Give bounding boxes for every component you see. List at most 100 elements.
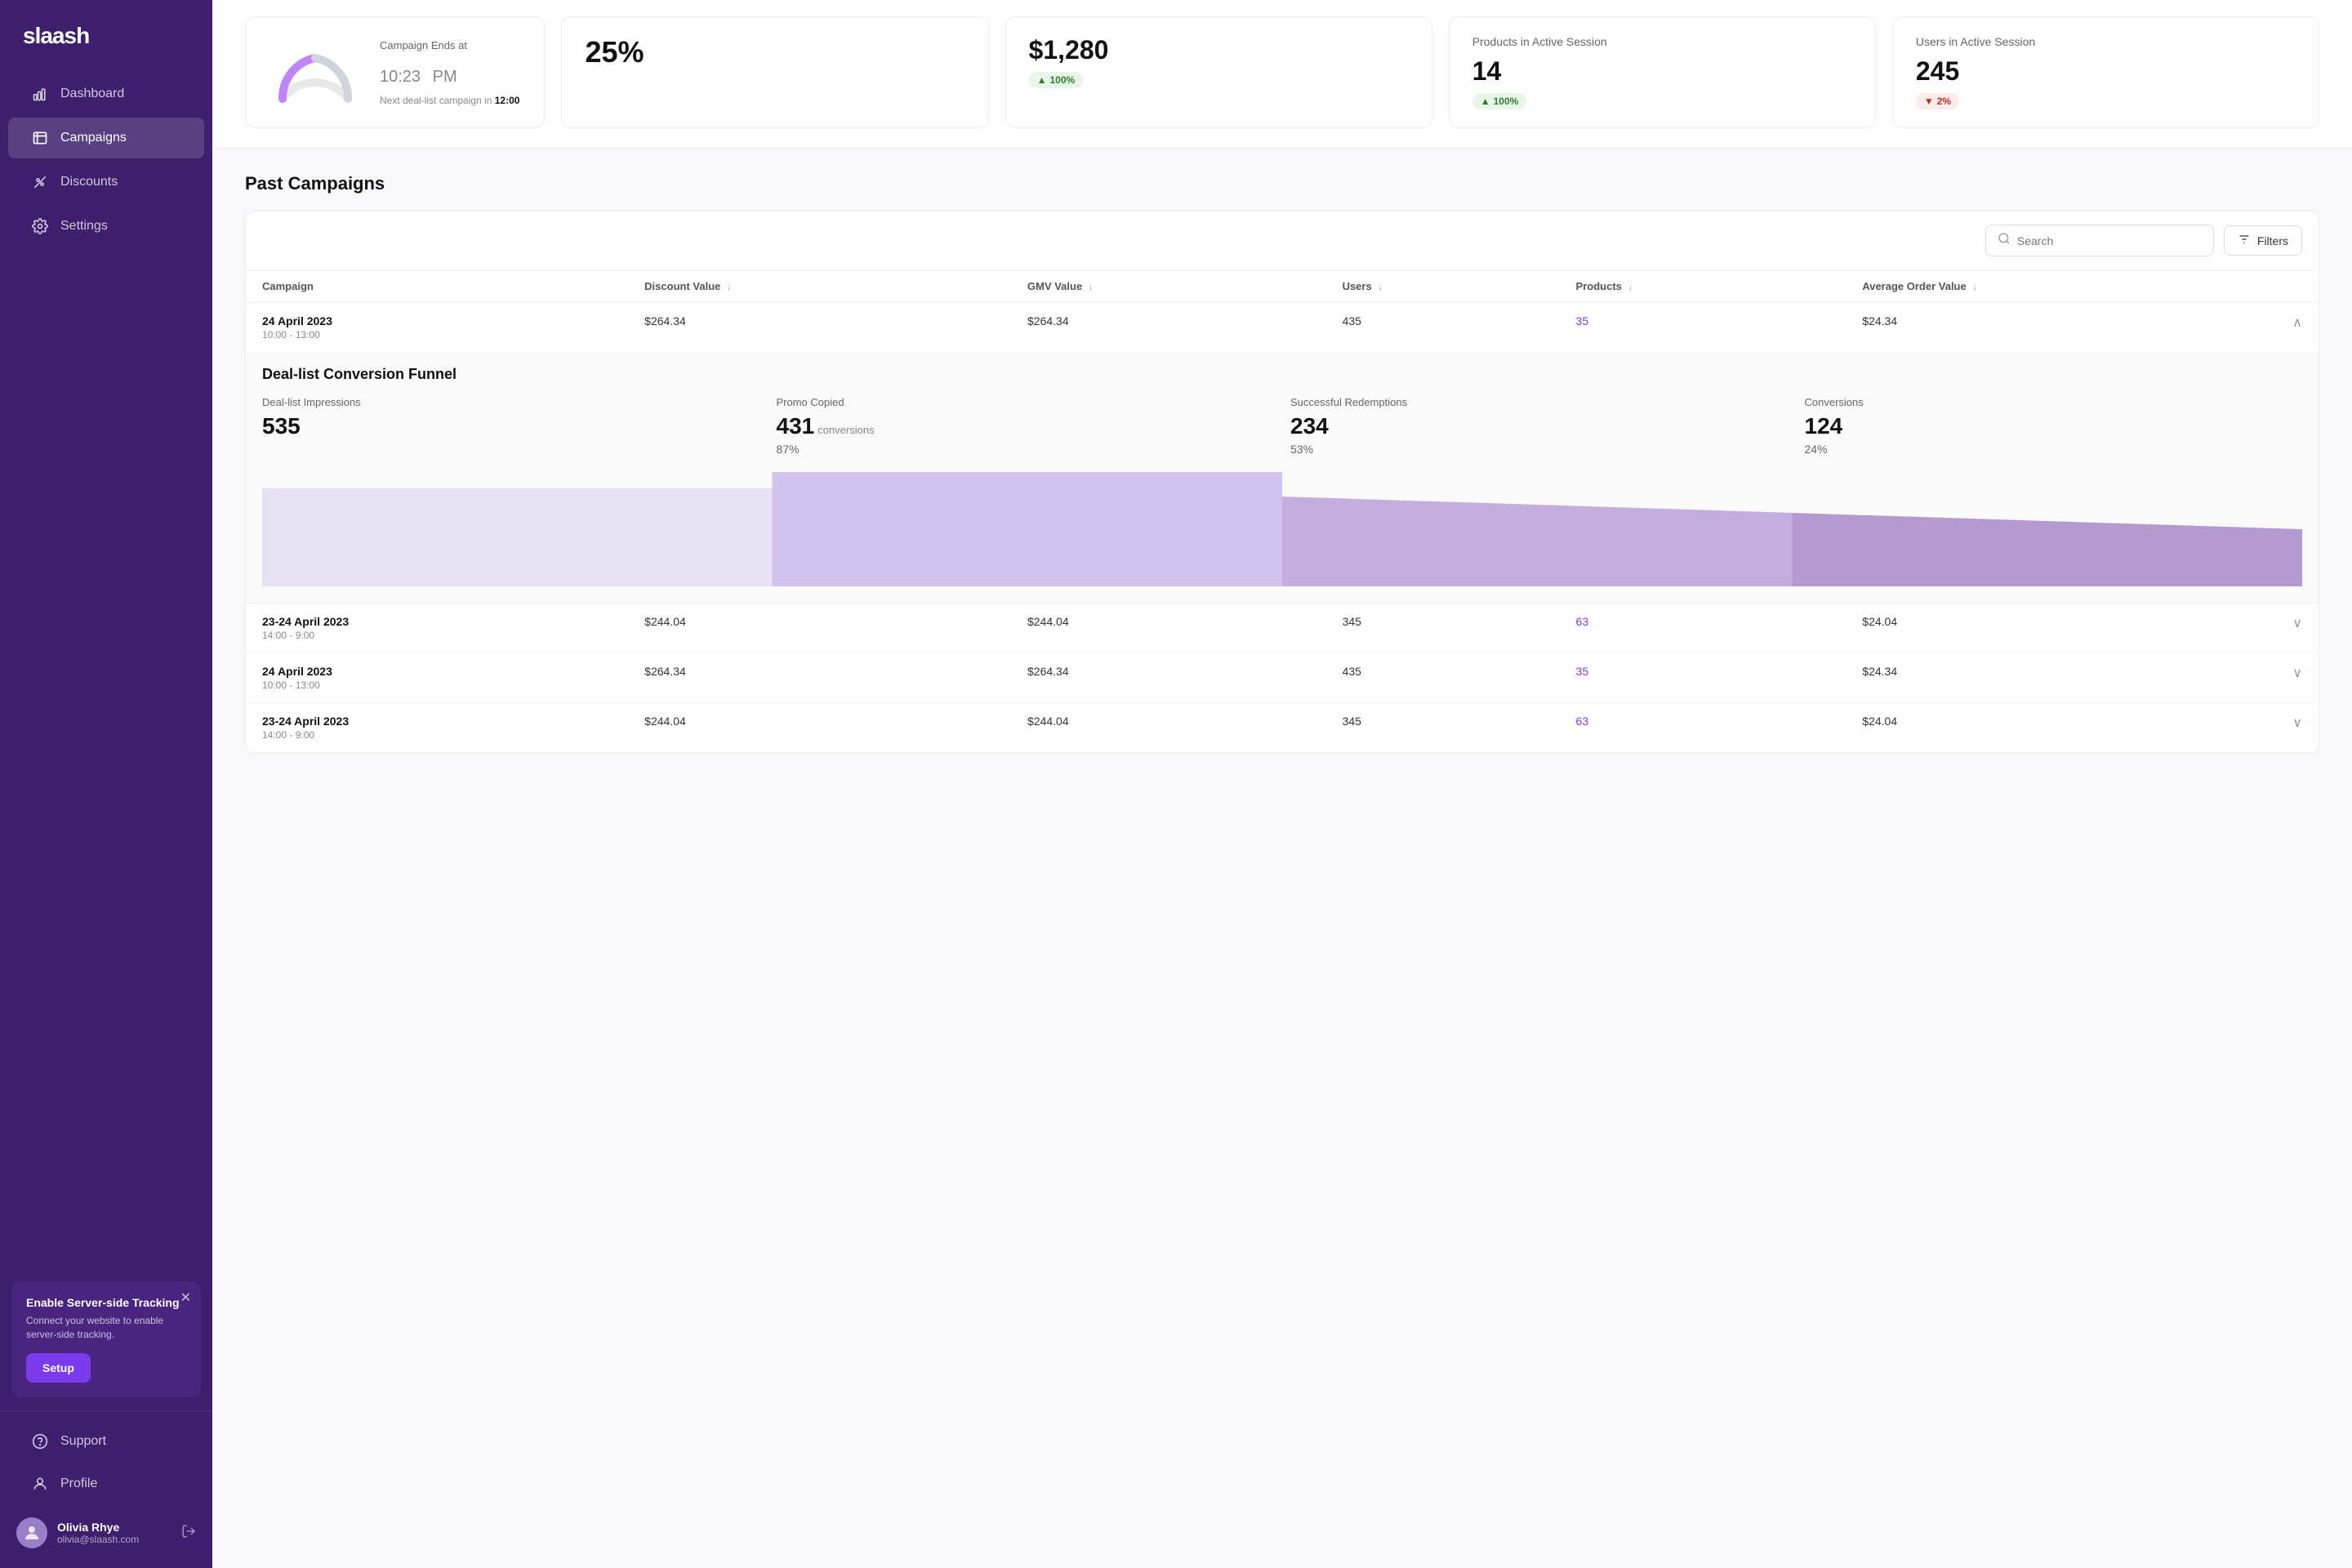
timer-time: 10:23 PM — [380, 55, 519, 90]
filter-icon — [2238, 233, 2251, 248]
products-cell: 35 — [1560, 653, 1846, 703]
notification-title: Enable Server-side Tracking — [26, 1296, 186, 1309]
chart-icon — [31, 85, 49, 103]
stat-value: 245 — [1916, 56, 2296, 87]
arrow-up-icon: ▲ — [1481, 96, 1490, 107]
col-campaign[interactable]: Campaign — [246, 270, 628, 303]
table-body: 24 April 2023 10:00 - 13:00 $264.34 $264… — [246, 303, 2319, 753]
funnel-stat-label: Conversions — [1805, 396, 2303, 408]
stat-card-users: Users in Active Session 245 ▼ 2% — [1892, 16, 2319, 128]
col-users[interactable]: Users ↓ — [1326, 270, 1560, 303]
sidebar-user[interactable]: Olivia Rhye olivia@slaash.com — [0, 1506, 212, 1560]
funnel-stat-conversions: Conversions 124 24% — [1805, 396, 2303, 456]
sort-icon: ↓ — [1089, 283, 1094, 292]
sidebar-logo: slaash — [0, 0, 212, 65]
timer-next: Next deal-list campaign in 12:00 — [380, 95, 519, 106]
table-row: 23-24 April 2023 14:00 - 9:00 $244.04 $2… — [246, 604, 2319, 653]
table-row: 24 April 2023 10:00 - 13:00 $264.34 $264… — [246, 303, 2319, 353]
products-cell: 35 — [1560, 303, 1846, 353]
funnel-stat-impressions: Deal-list Impressions 535 — [262, 396, 760, 456]
logout-icon[interactable] — [181, 1524, 196, 1543]
main-content: Campaign Ends at 10:23 PM Next deal-list… — [212, 0, 2352, 1568]
sidebar-item-support[interactable]: Support — [8, 1421, 204, 1462]
sidebar-item-settings[interactable]: Settings — [8, 206, 204, 247]
col-avg-order[interactable]: Average Order Value ↓ — [1846, 270, 2319, 303]
sidebar-item-discounts[interactable]: Discounts — [8, 162, 204, 203]
campaign-time: 10:00 - 13:00 — [262, 329, 612, 341]
avatar — [16, 1517, 47, 1548]
expand-icon[interactable]: ∨ — [2292, 615, 2302, 631]
funnel-chart — [262, 472, 2302, 586]
notification-description: Connect your website to enable server-si… — [26, 1314, 186, 1342]
gmv-value-cell: $264.34 — [1011, 303, 1326, 353]
timer-period: PM — [433, 68, 457, 86]
products-cell: 63 — [1560, 703, 1846, 753]
search-box[interactable] — [1985, 225, 2214, 256]
campaigns-icon — [31, 129, 49, 147]
past-campaigns-section: Past Campaigns Filters — [212, 149, 2352, 778]
stat-card-percent: 25% — [561, 16, 988, 128]
sidebar-item-campaigns[interactable]: Campaigns — [8, 118, 204, 158]
table-toolbar: Filters — [246, 212, 2319, 270]
profile-icon — [31, 1475, 49, 1493]
discount-value-cell: $244.04 — [628, 703, 1011, 753]
funnel-stat-value: 535 — [262, 413, 760, 439]
sidebar-item-label: Discounts — [60, 175, 118, 189]
close-notification-button[interactable]: ✕ — [180, 1290, 191, 1306]
users-cell: 345 — [1326, 703, 1560, 753]
filters-button[interactable]: Filters — [2224, 225, 2302, 256]
discount-value-cell: $264.34 — [628, 653, 1011, 703]
expand-icon[interactable]: ∨ — [2292, 665, 2302, 681]
badge-down: ▼ 2% — [1916, 93, 1959, 109]
stat-card-gmv: $1,280 ▲ 100% — [1005, 16, 1432, 128]
campaigns-table: Campaign Discount Value ↓ GMV Value ↓ Us… — [246, 270, 2319, 753]
sort-icon: ↓ — [1972, 283, 1977, 292]
campaign-time: 14:00 - 9:00 — [262, 630, 612, 641]
sort-icon: ↓ — [1378, 283, 1383, 292]
user-name: Olivia Rhye — [57, 1521, 172, 1534]
setup-button[interactable]: Setup — [26, 1353, 91, 1383]
sidebar-item-label: Dashboard — [60, 87, 124, 101]
users-cell: 435 — [1326, 303, 1560, 353]
sidebar: slaash Dashboard Campaigns Discounts Set… — [0, 0, 212, 1568]
user-info: Olivia Rhye olivia@slaash.com — [57, 1521, 172, 1545]
sidebar-item-dashboard[interactable]: Dashboard — [8, 74, 204, 114]
col-gmv-value[interactable]: GMV Value ↓ — [1011, 270, 1326, 303]
top-section: Campaign Ends at 10:23 PM Next deal-list… — [212, 0, 2352, 149]
sidebar-nav: Dashboard Campaigns Discounts Settings — [0, 65, 212, 1268]
campaign-cell: 23-24 April 2023 14:00 - 9:00 — [246, 703, 628, 753]
stat-value: 14 — [1472, 56, 1852, 87]
campaign-date: 23-24 April 2023 — [262, 615, 612, 628]
stat-label: Products in Active Session — [1472, 35, 1852, 48]
campaign-date: 24 April 2023 — [262, 665, 612, 678]
campaigns-table-container: Filters Campaign Discount Value ↓ — [245, 211, 2319, 754]
sidebar-item-label: Support — [60, 1434, 106, 1449]
campaign-cell: 23-24 April 2023 14:00 - 9:00 — [246, 604, 628, 653]
arrow-down-icon: ▼ — [1924, 96, 1934, 107]
sidebar-bottom: Support Profile Olivia Rhye olivia@slaas… — [0, 1410, 212, 1568]
support-icon — [31, 1432, 49, 1450]
gmv-value-cell: $244.04 — [1011, 703, 1326, 753]
stat-footer: ▲ 100% — [1472, 93, 1852, 109]
avg-order-cell: $24.34 ∧ — [1846, 303, 2319, 353]
sidebar-item-profile[interactable]: Profile — [8, 1463, 204, 1504]
funnel-stat-pct: 24% — [1805, 443, 2303, 456]
sidebar-notification: ✕ Enable Server-side Tracking Connect yo… — [11, 1281, 201, 1397]
discount-value-cell: $244.04 — [628, 604, 1011, 653]
col-products[interactable]: Products ↓ — [1560, 270, 1846, 303]
funnel-stat-label: Promo Copied — [777, 396, 1275, 408]
stat-card-products: Products in Active Session 14 ▲ 100% — [1449, 16, 1876, 128]
table-header: Campaign Discount Value ↓ GMV Value ↓ Us… — [246, 270, 2319, 303]
funnel-stat-promo: Promo Copied 431conversions 87% — [777, 396, 1275, 456]
gmv-value-cell: $244.04 — [1011, 604, 1326, 653]
users-cell: 435 — [1326, 653, 1560, 703]
col-discount-value[interactable]: Discount Value ↓ — [628, 270, 1011, 303]
campaign-date: 23-24 April 2023 — [262, 715, 612, 728]
stat-label: Users in Active Session — [1916, 35, 2296, 48]
stats-row: Campaign Ends at 10:23 PM Next deal-list… — [245, 16, 2319, 128]
gmv-value-cell: $264.34 — [1011, 653, 1326, 703]
campaign-time: 10:00 - 13:00 — [262, 679, 612, 691]
search-input[interactable] — [2017, 234, 2202, 247]
expand-icon[interactable]: ∨ — [2292, 715, 2302, 731]
collapse-icon[interactable]: ∧ — [2292, 314, 2302, 331]
